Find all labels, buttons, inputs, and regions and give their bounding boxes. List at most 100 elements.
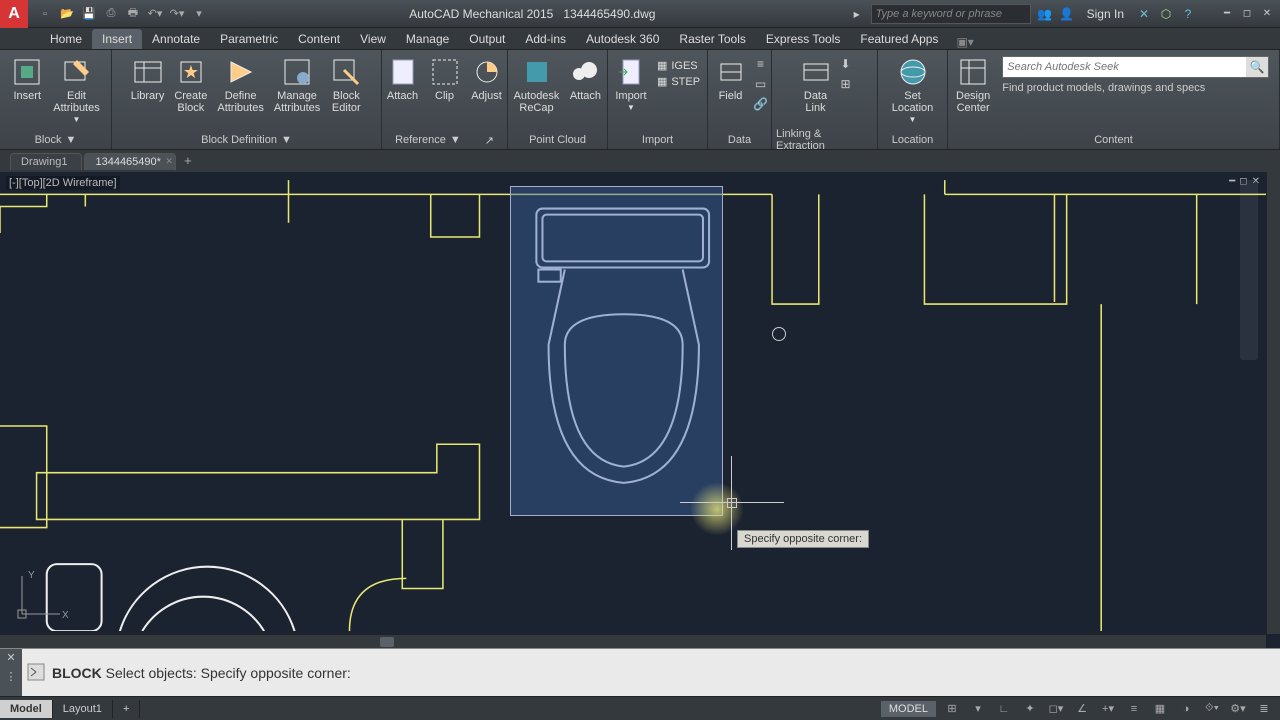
field-button[interactable]: Field (711, 54, 751, 104)
ole-icon[interactable]: ▭ (753, 76, 769, 92)
tab-autodesk360[interactable]: Autodesk 360 (576, 29, 669, 49)
svg-text:Y: Y (28, 570, 35, 581)
space-badge[interactable]: MODEL (881, 701, 936, 717)
otrack-icon[interactable]: ∠ (1072, 700, 1092, 718)
user-icon: 👤 (1059, 6, 1075, 22)
cmdline-close-icon[interactable]: ✕ (6, 651, 15, 664)
redo-icon[interactable]: ↷▾ (168, 5, 186, 23)
new-icon[interactable]: ▫ (36, 5, 54, 23)
tab-output[interactable]: Output (459, 29, 515, 49)
pc-attach-button[interactable]: Attach (565, 54, 605, 104)
close-tab-icon[interactable]: ✕ (165, 156, 173, 167)
tab-insert[interactable]: Insert (92, 29, 142, 49)
grid-icon[interactable]: ⊞ (942, 700, 962, 718)
maximize-button[interactable]: ◻ (1238, 6, 1256, 22)
app-menu-button[interactable] (0, 0, 28, 28)
cycling-icon[interactable]: ◑ (1176, 700, 1196, 718)
undo-icon[interactable]: ↶▾ (146, 5, 164, 23)
scrollbar-vertical[interactable] (1266, 172, 1280, 634)
tab-manage[interactable]: Manage (396, 29, 459, 49)
snap-icon[interactable]: ▾ (968, 700, 988, 718)
workspace-icon[interactable]: ⚙▾ (1228, 700, 1248, 718)
minimize-button[interactable]: ━ (1218, 6, 1236, 22)
save-icon[interactable]: 💾 (80, 5, 98, 23)
extract-data-icon[interactable]: ⊞ (838, 76, 854, 92)
library-button[interactable]: Library (127, 54, 169, 104)
ribbon-collapse-icon[interactable]: ▣▾ (956, 35, 973, 49)
command-text: BLOCK Select objects: Specify opposite c… (52, 665, 351, 681)
signin-button[interactable]: Sign In (1081, 7, 1130, 21)
insert-button[interactable]: Insert (7, 54, 47, 104)
infocenter-search[interactable]: Type a keyword or phrase (871, 4, 1031, 24)
plot-icon[interactable]: 🖶 (124, 5, 142, 23)
update-fields-icon[interactable]: ≡ (753, 56, 769, 72)
ortho-icon[interactable]: ∟ (994, 700, 1014, 718)
iges-button[interactable]: ▦IGES (653, 58, 704, 73)
doc-tab-drawing1[interactable]: Drawing1 (10, 153, 82, 170)
data-link-button[interactable]: Data Link (796, 54, 836, 116)
saveas-icon[interactable]: ⎙ (102, 5, 120, 23)
manage-attributes-button[interactable]: Manage Attributes (270, 54, 324, 116)
cmdline-handle-icon[interactable]: ⋮ (6, 670, 17, 683)
document-tabs: Drawing1 1344465490*✕ + (0, 150, 1280, 172)
ucs-icon[interactable]: YX (10, 568, 68, 626)
download-link-icon[interactable]: ⬇ (838, 56, 854, 72)
scrollbar-horizontal[interactable] (0, 634, 1266, 648)
qat-more-icon[interactable]: ▾ (190, 5, 208, 23)
tab-expresstools[interactable]: Express Tools (756, 29, 850, 49)
osnap-icon[interactable]: ◻▾ (1046, 700, 1066, 718)
tab-parametric[interactable]: Parametric (210, 29, 288, 49)
layout-tab-add[interactable]: + (113, 700, 140, 718)
status-customize-icon[interactable]: ≣ (1254, 700, 1274, 718)
tab-home[interactable]: Home (40, 29, 92, 49)
drawing-canvas[interactable]: [-][Top][2D Wireframe] ━ ◻ ✕ (0, 172, 1280, 648)
infocenter-arrow-icon[interactable]: ▸ (849, 6, 865, 22)
panel-data: Field ≡ ▭ 🔗 Data (708, 50, 772, 149)
layout-tab-layout1[interactable]: Layout1 (53, 700, 113, 718)
create-block-button[interactable]: ★Create Block (170, 54, 211, 116)
lineweight-icon[interactable]: ≡ (1124, 700, 1144, 718)
tab-view[interactable]: View (350, 29, 396, 49)
design-center-icon (957, 56, 989, 88)
define-attributes-button[interactable]: Define Attributes (213, 54, 267, 116)
field-icon (715, 56, 747, 88)
command-line[interactable]: ✕ ⋮ BLOCK Select objects: Specify opposit… (0, 648, 1280, 696)
import-button[interactable]: Import▼ (611, 54, 651, 116)
seek-go-icon[interactable]: 🔍 (1246, 57, 1268, 77)
polar-icon[interactable]: ✦ (1020, 700, 1040, 718)
set-location-button[interactable]: Set Location▼ (888, 54, 938, 128)
step-icon: ▦ (657, 75, 667, 88)
block-editor-icon (330, 56, 362, 88)
doc-tab-current[interactable]: 1344465490*✕ (84, 153, 175, 170)
layout-tab-model[interactable]: Model (0, 700, 53, 718)
annotation-scale-icon[interactable]: ⟐▾ (1202, 700, 1222, 718)
clip-button[interactable]: Clip (425, 54, 465, 104)
dynamic-input-icon[interactable]: +▾ (1098, 700, 1118, 718)
open-icon[interactable]: 📂 (58, 5, 76, 23)
autodesk-seek-input[interactable] (1003, 61, 1246, 73)
exchange-icon[interactable]: ✕ (1136, 6, 1152, 22)
new-tab-button[interactable]: + (178, 153, 198, 169)
edit-attributes-button[interactable]: Edit Attributes▼ (49, 54, 103, 128)
quick-access-toolbar: ▫ 📂 💾 ⎙ 🖶 ↶▾ ↷▾ ▾ (28, 5, 216, 23)
tab-addins[interactable]: Add-ins (515, 29, 576, 49)
tab-rastertools[interactable]: Raster Tools (669, 29, 755, 49)
design-center-button[interactable]: Design Center (952, 54, 994, 116)
attach-button[interactable]: Attach (383, 54, 423, 104)
block-editor-button[interactable]: Block Editor (326, 54, 366, 116)
a360-icon[interactable]: ⬡ (1158, 6, 1174, 22)
tab-annotate[interactable]: Annotate (142, 29, 210, 49)
search-lens-icon[interactable]: 👥 (1037, 6, 1053, 22)
close-button[interactable]: ✕ (1258, 6, 1276, 22)
scroll-thumb[interactable] (380, 637, 394, 647)
cmdline-prompt-icon[interactable] (26, 662, 48, 684)
recap-button[interactable]: Autodesk ReCap (510, 54, 564, 116)
step-button[interactable]: ▦STEP (653, 74, 704, 89)
hyperlink-icon[interactable]: 🔗 (753, 96, 769, 112)
tab-featuredapps[interactable]: Featured Apps (850, 29, 948, 49)
insert-block-icon (11, 56, 43, 88)
adjust-button[interactable]: Adjust (467, 54, 507, 104)
tab-content[interactable]: Content (288, 29, 350, 49)
transparency-icon[interactable]: ▦ (1150, 700, 1170, 718)
help-icon[interactable]: ? (1180, 6, 1196, 22)
